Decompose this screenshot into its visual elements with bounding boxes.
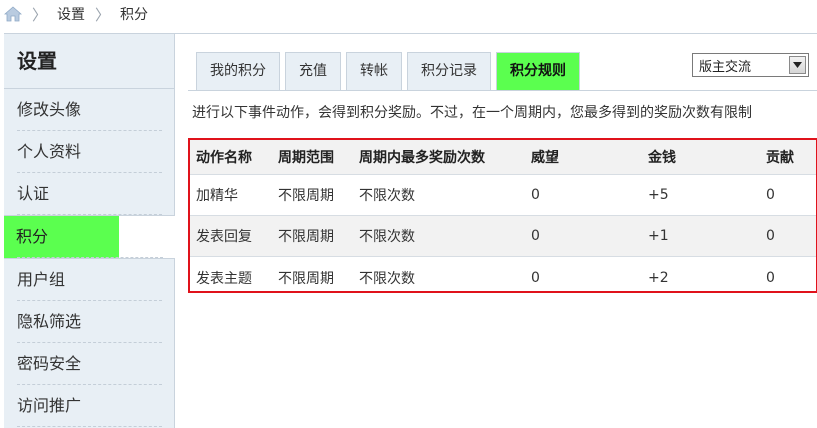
breadcrumb-item-settings[interactable]: 设置 [57,4,85,24]
table-cell: 0 [766,187,775,203]
sidebar-item-privacy[interactable]: 隐私筛选 [4,301,174,343]
forum-select[interactable]: 版主交流 [692,53,809,77]
table-cell: +1 [648,228,669,244]
table-cell: 加精华 [196,188,238,204]
table-cell: 不限周期 [278,270,334,287]
table-cell: 0 [766,228,775,244]
sidebar-item-password[interactable]: 密码安全 [4,343,174,385]
sidebar-item-credits[interactable]: 积分 [4,216,119,258]
column-header: 周期范围 [278,150,334,166]
column-header: 动作名称 [196,150,252,166]
tab-recharge[interactable]: 充值 [285,52,341,90]
chevron-down-icon[interactable] [789,56,806,74]
sidebar-item-promotion[interactable]: 访问推广 [4,385,174,427]
column-header: 金钱 [648,150,676,166]
column-header: 威望 [531,150,559,166]
sidebar-item-verify[interactable]: 认证 [4,173,174,215]
table-cell: +2 [648,269,669,286]
table-cell: 不限次数 [359,270,415,287]
sidebar-item-profile[interactable]: 个人资料 [4,131,174,173]
table-cell: 0 [531,269,540,286]
table-cell: 不限周期 [278,188,334,204]
forum-select-value: 版主交流 [699,59,752,75]
tab-credit-rules[interactable]: 积分规则 [496,52,580,91]
divider [188,90,817,91]
tab-transfer[interactable]: 转帐 [346,52,402,90]
sidebar-title: 设置 [4,34,174,89]
table-row: 加精华 不限周期 不限次数 0 +5 0 [190,175,816,216]
breadcrumb-item-credits[interactable]: 积分 [120,4,148,24]
sidebar-item-credits-row: 积分 [4,215,175,259]
tab-credit-log[interactable]: 积分记录 [407,52,491,90]
sidebar-item-avatar[interactable]: 修改头像 [4,89,174,131]
sidebar-item-usergroup[interactable]: 用户组 [4,259,174,301]
table-cell: 发表回复 [196,229,252,245]
home-icon[interactable] [3,6,23,22]
table-cell: 不限次数 [359,229,415,245]
table-row: 发表主题 不限周期 不限次数 0 +2 0 [190,257,816,298]
column-header: 周期内最多奖励次数 [359,150,485,166]
table-header: 动作名称 周期范围 周期内最多奖励次数 威望 金钱 贡献 [190,140,816,175]
table-cell: 发表主题 [196,270,252,287]
table-row: 发表回复 不限周期 不限次数 0 +1 0 [190,216,816,257]
table-cell: 不限周期 [278,229,334,245]
breadcrumb: 〉 设置 〉 积分 [3,4,148,24]
table-cell: 0 [531,228,540,244]
rules-notice: 进行以下事件动作，会得到积分奖励。不过，在一个周期内，您最多得到的奖励次数有限制 [192,105,752,121]
chevron-right-icon: 〉 [95,5,111,24]
tab-my-credits[interactable]: 我的积分 [196,52,280,90]
table-cell: +5 [648,187,669,203]
column-header: 贡献 [766,150,794,166]
table-cell: 0 [531,187,540,203]
table-cell: 0 [766,269,775,286]
tab-bar: 我的积分 充值 转帐 积分记录 积分规则 [196,52,580,91]
chevron-right-icon: 〉 [32,5,48,24]
rules-table: 动作名称 周期范围 周期内最多奖励次数 威望 金钱 贡献 加精华 不限周期 不限… [188,138,817,293]
sidebar: 设置 修改头像 个人资料 认证 积分 用户组 隐私筛选 密码安全 访问推广 [4,34,175,428]
table-cell: 不限次数 [359,188,415,204]
